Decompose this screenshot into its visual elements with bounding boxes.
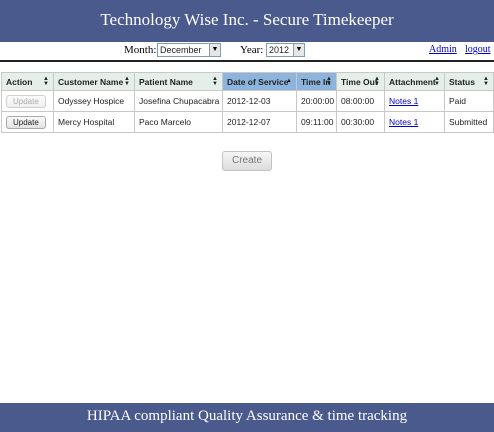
footer-text: HIPAA compliant Quality Assurance & time…	[86, 408, 408, 424]
table-row: Update Mercy Hospital Paco Marcelo 2012-…	[1, 111, 494, 133]
time-in-cell: 09:11:00	[296, 111, 337, 133]
sort-both-icon: ▲ ▼	[124, 76, 130, 87]
month-select-value: December	[160, 45, 202, 55]
date-cell: 2012-12-07	[222, 111, 297, 133]
year-label: Year:	[240, 44, 264, 56]
app-title: Technology Wise Inc. - Secure Timekeeper	[100, 10, 394, 29]
table-row: Update Odyssey Hospice Josefina Chupacab…	[1, 90, 494, 112]
app-header: Technology Wise Inc. - Secure Timekeeper	[0, 0, 494, 42]
attachment-link[interactable]: Notes 1	[389, 117, 418, 127]
sort-both-icon: ▲ ▼	[326, 76, 332, 87]
column-header-time-in[interactable]: Time In ▲ ▼	[296, 72, 337, 91]
month-select[interactable]: December ▼	[157, 43, 221, 57]
app-footer: HIPAA compliant Quality Assurance & time…	[0, 403, 494, 432]
month-label: Month:	[124, 44, 157, 56]
logout-link[interactable]: logout	[465, 44, 491, 55]
sort-both-icon: ▲ ▼	[374, 76, 380, 87]
customer-cell: Mercy Hospital	[53, 111, 135, 133]
column-header-status[interactable]: Status ▲ ▼	[444, 72, 494, 91]
dropdown-arrow-icon[interactable]: ▼	[293, 44, 304, 56]
timesheet-table: Action ▲ ▼ Customer Name ▲ ▼ Patient Name ▲ ▼ …	[1, 72, 494, 133]
divider	[0, 60, 494, 62]
column-header-attachment[interactable]: Attachment ▲ ▼	[384, 72, 445, 91]
create-button[interactable]: Create	[222, 151, 272, 171]
column-header-date[interactable]: Date of Service ▲	[222, 72, 297, 91]
column-header-action[interactable]: Action ▲ ▼	[1, 72, 54, 91]
table-header-row: Action ▲ ▼ Customer Name ▲ ▼ Patient Name ▲ ▼ …	[1, 72, 494, 91]
date-cell: 2012-12-03	[222, 90, 297, 112]
sort-both-icon: ▲ ▼	[212, 76, 218, 87]
patient-cell: Paco Marcelo	[134, 111, 223, 133]
time-out-cell: 00:30:00	[336, 111, 385, 133]
column-header-customer[interactable]: Customer Name ▲ ▼	[53, 72, 135, 91]
column-header-patient[interactable]: Patient Name ▲ ▼	[134, 72, 223, 91]
sort-asc-icon: ▲	[286, 78, 292, 84]
attachment-link[interactable]: Notes 1	[389, 96, 418, 106]
dropdown-arrow-icon[interactable]: ▼	[209, 44, 220, 56]
patient-cell: Josefina Chupacabra	[134, 90, 223, 112]
column-header-time-out[interactable]: Time Out ▲ ▼	[336, 72, 385, 91]
time-out-cell: 08:00:00	[336, 90, 385, 112]
sort-both-icon: ▲ ▼	[434, 76, 440, 87]
admin-link[interactable]: Admin	[429, 44, 457, 55]
status-cell: Submitted	[444, 111, 494, 133]
update-button: Update	[6, 94, 46, 108]
year-select-value: 2012	[269, 45, 290, 55]
update-button[interactable]: Update	[6, 115, 46, 129]
sort-both-icon: ▲ ▼	[43, 76, 49, 87]
year-select[interactable]: 2012 ▼	[266, 43, 305, 57]
sort-both-icon: ▲ ▼	[483, 76, 489, 87]
filter-bar: Month: December ▼ Year: 2012 ▼ Admin log…	[0, 42, 494, 59]
time-in-cell: 20:00:00	[296, 90, 337, 112]
customer-cell: Odyssey Hospice	[53, 90, 135, 112]
status-cell: Paid	[444, 90, 494, 112]
